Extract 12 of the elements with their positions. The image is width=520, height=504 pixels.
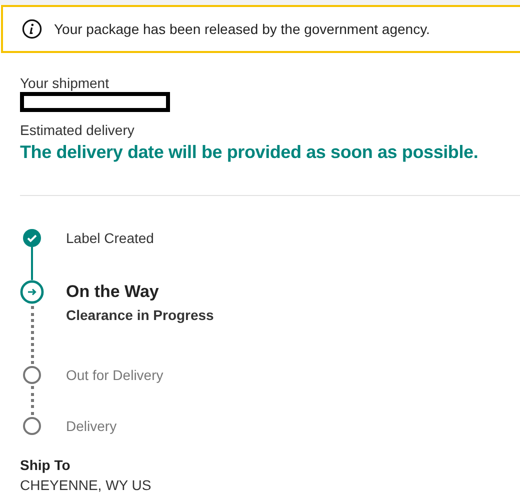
ship-to-label: Ship To	[20, 457, 70, 473]
ship-to-address: CHEYENNE, WY US	[20, 477, 152, 493]
step-detail: Clearance in Progress	[66, 306, 214, 325]
shipment-label: Your shipment	[20, 75, 109, 91]
alert-message: Your package has been released by the government agency.	[54, 20, 430, 39]
estimated-delivery-text: The delivery date will be provided as soon as possible.	[20, 142, 478, 162]
step-label: On the Way	[66, 281, 160, 303]
step-label: Delivery	[66, 417, 117, 435]
info-icon	[22, 19, 42, 39]
estimated-delivery-label: Estimated delivery	[20, 122, 134, 138]
step-label: Out for Delivery	[66, 366, 164, 384]
step-label: Label Created	[66, 229, 154, 247]
